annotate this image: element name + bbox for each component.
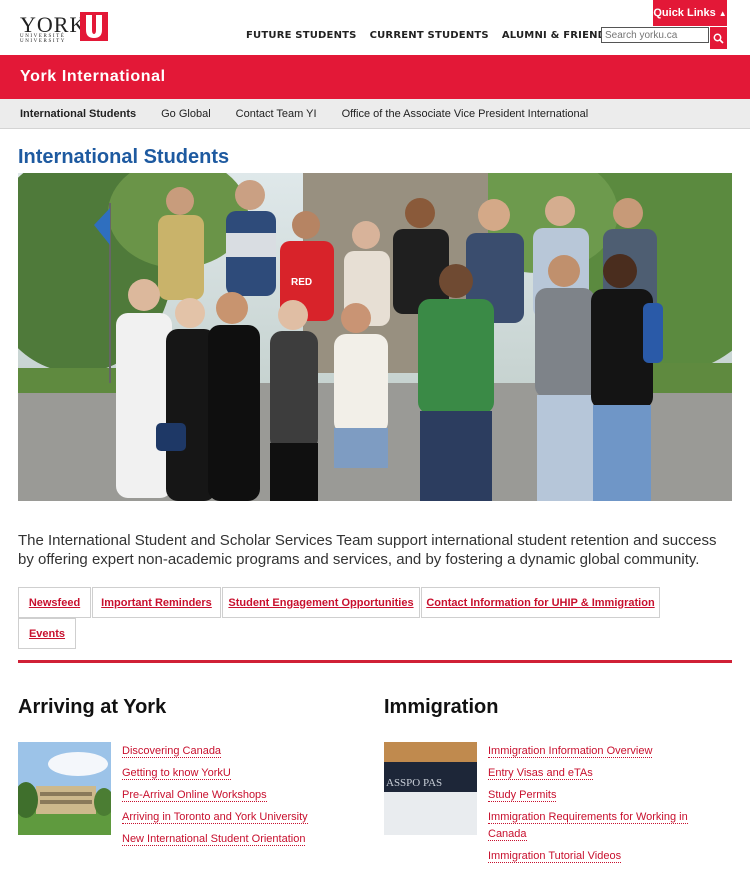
link-immigration-overview[interactable]: Immigration Information Overview	[488, 743, 698, 760]
nav-future-students[interactable]: FUTURE STUDENTS	[246, 30, 357, 41]
hero-group-photo: RED	[18, 173, 732, 501]
york-u-icon	[80, 12, 108, 41]
tab-student-engagement-opportunities[interactable]: Student Engagement Opportunities	[222, 587, 420, 618]
top-navigation: FUTURE STUDENTS CURRENT STUDENTS ALUMNI …	[246, 30, 614, 41]
link-immigration-tutorial-videos[interactable]: Immigration Tutorial Videos	[488, 848, 698, 865]
hero-shirt-text: RED	[291, 277, 312, 288]
link-getting-to-know-yorku[interactable]: Getting to know YorkU	[122, 765, 322, 782]
page-title: International Students	[18, 146, 230, 168]
caret-up-icon: ▲	[718, 8, 727, 18]
site-title[interactable]: York International	[20, 68, 166, 86]
passport-text: ASSPO PAS	[386, 777, 442, 789]
passport-thumbnail[interactable]: ASSPO PAS	[384, 742, 477, 835]
link-discovering-canada[interactable]: Discovering Canada	[122, 743, 322, 760]
tab-contact-uhip-immigration[interactable]: Contact Information for UHIP & Immigrati…	[421, 587, 660, 618]
search-icon	[713, 33, 724, 44]
tab-events[interactable]: Events	[18, 618, 76, 649]
link-new-student-orientation[interactable]: New International Student Orientation	[122, 831, 322, 848]
subnav-office-avp-international[interactable]: Office of the Associate Vice President I…	[342, 108, 589, 120]
site-title-bar: York International	[0, 55, 750, 99]
link-arriving-toronto-york[interactable]: Arriving in Toronto and York University	[122, 809, 322, 826]
search-input[interactable]	[601, 27, 709, 43]
link-working-in-canada[interactable]: Immigration Requirements for Working in …	[488, 809, 698, 843]
link-entry-visas-etas[interactable]: Entry Visas and eTAs	[488, 765, 698, 782]
quick-links-button[interactable]: Quick Links ▲	[653, 0, 727, 26]
intro-paragraph: The International Student and Scholar Se…	[18, 532, 717, 568]
section-divider	[18, 660, 732, 663]
campus-thumbnail[interactable]	[18, 742, 111, 835]
tab-newsfeed[interactable]: Newsfeed	[18, 587, 91, 618]
nav-alumni-friends[interactable]: ALUMNI & FRIENDS	[502, 30, 614, 41]
tab-important-reminders[interactable]: Important Reminders	[92, 587, 221, 618]
nav-current-students[interactable]: CURRENT STUDENTS	[370, 30, 489, 41]
site-header: YORK UNIVERSITÉ UNIVERSITY FUTURE STUDEN…	[0, 0, 750, 55]
link-study-permits[interactable]: Study Permits	[488, 787, 698, 804]
search-button[interactable]	[710, 27, 727, 49]
immigration-links-list: Immigration Information Overview Entry V…	[488, 743, 698, 865]
quick-links-label: Quick Links	[653, 7, 716, 19]
subnav-contact-team-yi[interactable]: Contact Team YI	[236, 108, 317, 120]
arriving-links-list: Discovering Canada Getting to know YorkU…	[122, 743, 322, 848]
york-university-logo[interactable]: YORK UNIVERSITÉ UNIVERSITY	[20, 12, 110, 44]
link-pre-arrival-workshops[interactable]: Pre-Arrival Online Workshops	[122, 787, 322, 804]
subnav-go-global[interactable]: Go Global	[161, 108, 211, 120]
immigration-heading: Immigration	[384, 696, 499, 718]
section-navigation: International Students Go Global Contact…	[0, 99, 750, 129]
subnav-international-students[interactable]: International Students	[20, 108, 136, 120]
arriving-at-york-heading: Arriving at York	[18, 696, 167, 718]
